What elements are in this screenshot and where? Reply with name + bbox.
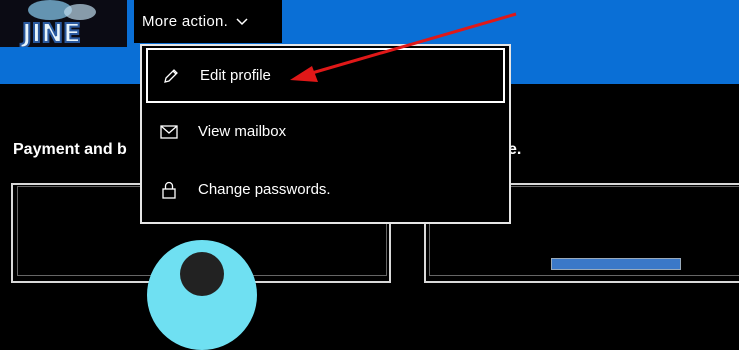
menu-item-label: Edit profile xyxy=(200,67,271,84)
pencil-icon xyxy=(162,67,180,85)
more-action-button[interactable]: More action. xyxy=(134,0,282,43)
lock-icon xyxy=(160,181,178,199)
mail-icon xyxy=(160,123,178,141)
more-action-label: More action. xyxy=(142,13,229,30)
avatar[interactable]: JINE xyxy=(0,0,127,47)
chevron-down-icon xyxy=(236,17,248,26)
menu-item-label: View mailbox xyxy=(198,123,287,140)
avatar-text: JINE xyxy=(20,19,81,47)
section-heading: Payment and b xyxy=(13,141,127,158)
menu-item-edit-profile[interactable]: Edit profile xyxy=(146,48,505,103)
menu-item-view-mailbox[interactable]: View mailbox xyxy=(142,104,509,159)
more-action-dropdown-menu: Edit profile View mailbox Change passwor… xyxy=(140,44,511,224)
menu-item-label: Change passwords. xyxy=(198,181,331,198)
profile-picture-silhouette xyxy=(180,252,224,296)
card-thumbnail xyxy=(551,258,681,270)
menu-item-change-passwords[interactable]: Change passwords. xyxy=(142,162,509,217)
